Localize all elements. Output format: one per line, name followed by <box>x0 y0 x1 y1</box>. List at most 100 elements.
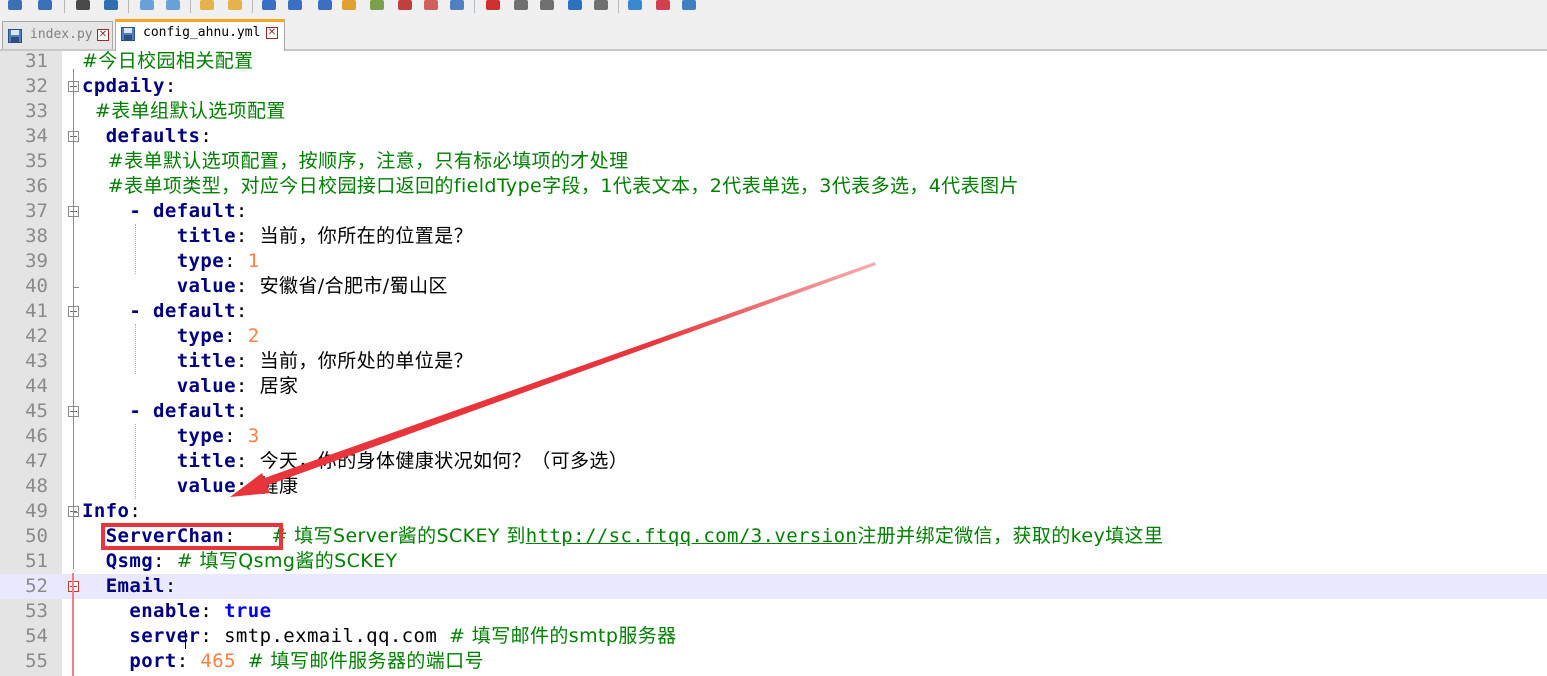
token-key: title <box>176 225 236 247</box>
code-text[interactable]: #今日校园相关配置 <box>82 49 254 74</box>
replace-icon[interactable] <box>104 0 118 10</box>
code-text[interactable]: type: 2 <box>82 324 260 349</box>
redo-icon[interactable] <box>38 0 52 10</box>
sync-vertical-icon[interactable] <box>200 0 214 10</box>
code-text[interactable]: - default: <box>82 399 248 424</box>
token-num: 1 <box>247 250 260 272</box>
save-disk-icon <box>8 29 22 43</box>
indent-guide-icon[interactable] <box>318 0 332 10</box>
code-text[interactable]: #表单项类型，对应今日校园接口返回的fieldType字段，1代表文本，2代表单… <box>82 174 1019 199</box>
zoom-out-icon[interactable] <box>166 0 180 10</box>
find-icon[interactable] <box>76 0 90 10</box>
code-text[interactable]: type: 3 <box>82 424 260 449</box>
token-valm <box>82 650 129 672</box>
code-line[interactable]: 31 #今日校园相关配置 <box>0 49 1547 74</box>
token-valm <box>82 625 129 647</box>
code-line[interactable]: 44 value: 居家 <box>0 374 1547 399</box>
token-valm <box>82 425 177 447</box>
play-macro-icon[interactable] <box>540 0 554 10</box>
code-line[interactable]: 46 type: 3 <box>0 424 1547 449</box>
code-text[interactable]: value: 安徽省/合肥市/蜀山区 <box>82 274 448 299</box>
token-key: value <box>176 475 236 497</box>
token-link[interactable]: http://sc.ftqq.com/3.version <box>526 525 858 547</box>
code-line[interactable]: 47 title: 今天，你的身体健康状况如何？（可多选） <box>0 449 1547 474</box>
sync-horizontal-icon[interactable] <box>228 0 242 10</box>
token-valm: : <box>235 450 260 472</box>
code-line[interactable]: 36 #表单项类型，对应今日校园接口返回的fieldType字段，1代表文本，2… <box>0 174 1547 199</box>
line-number: 55 <box>25 650 48 672</box>
code-line[interactable]: 45 - default: <box>0 399 1547 424</box>
token-valm: : <box>164 575 177 597</box>
code-line[interactable]: 32 cpdaily: <box>0 74 1547 99</box>
lang-icon[interactable] <box>342 0 356 10</box>
plugin-icon[interactable] <box>656 0 670 10</box>
code-line[interactable]: 35 #表单默认选项配置，按顺序，注意，只有标必填项的才处理 <box>0 149 1547 174</box>
close-icon[interactable]: ✕ <box>97 29 109 41</box>
code-text[interactable]: title: 当前，你所在的位置是？ <box>82 224 473 249</box>
code-line[interactable]: 43 title: 当前，你所处的单位是？ <box>0 349 1547 374</box>
token-cmt: # 填写邮件服务器的端口号 <box>247 650 484 672</box>
code-line[interactable]: 48 value: 健康 <box>0 474 1547 499</box>
code-line[interactable]: 41 - default: <box>0 299 1547 324</box>
code-line[interactable]: 42 type: 2 <box>0 324 1547 349</box>
zoom-in-icon[interactable] <box>140 0 154 10</box>
token-valm <box>82 550 106 572</box>
code-text[interactable]: value: 居家 <box>82 374 298 399</box>
token-valm <box>82 275 177 297</box>
code-line[interactable]: 40 value: 安徽省/合肥市/蜀山区 <box>0 274 1547 299</box>
indent-guide <box>135 324 136 374</box>
code-text[interactable]: enable: true <box>82 599 271 624</box>
token-val: 今天，你的身体健康状况如何？（可多选） <box>259 450 629 472</box>
code-line[interactable]: 38 title: 当前，你所在的位置是？ <box>0 224 1547 249</box>
code-line[interactable]: 37 - default: <box>0 199 1547 224</box>
close-icon[interactable]: ✕ <box>266 27 278 39</box>
run-macro-multiple-icon[interactable] <box>568 0 582 10</box>
toolbar-separator <box>252 0 253 13</box>
code-text[interactable]: title: 当前，你所处的单位是？ <box>82 349 473 374</box>
code-text[interactable]: defaults: <box>82 124 212 149</box>
code-line[interactable]: 33 #表单组默认选项配置 <box>0 99 1547 124</box>
line-number: 37 <box>25 200 48 222</box>
code-text[interactable]: value: 健康 <box>82 474 298 499</box>
token-valm: : <box>176 650 201 672</box>
code-text[interactable]: - default: <box>82 299 248 324</box>
code-text[interactable]: Email: <box>82 574 177 599</box>
code-text[interactable]: type: 1 <box>82 249 260 274</box>
code-text[interactable]: port: 465 # 填写邮件服务器的端口号 <box>82 649 484 674</box>
code-editor[interactable]: 31 #今日校园相关配置 32 cpdaily: 33 #表单组默认选项配置 34 def… <box>0 49 1547 676</box>
compare-icon[interactable] <box>682 0 696 10</box>
code-line[interactable]: 53 enable: true <box>0 599 1547 624</box>
code-line[interactable]: 39 type: 1 <box>0 249 1547 274</box>
code-line[interactable]: 49 Info: <box>0 499 1547 524</box>
doc-map-icon[interactable] <box>370 0 384 10</box>
code-text[interactable]: - default: <box>82 199 248 224</box>
code-line[interactable]: 51 Qsmg: # 填写Qsmg酱的SCKEY <box>0 549 1547 574</box>
token-key: Info <box>82 500 130 522</box>
toolbar-separator <box>618 0 619 13</box>
tab-label: index.py <box>30 27 93 42</box>
code-text[interactable]: cpdaily: <box>82 74 177 99</box>
code-line[interactable]: 55 port: 465 # 填写邮件服务器的端口号 <box>0 649 1547 674</box>
code-line[interactable]: 54 server: smtp.exmail.qq.com # 填写邮件的smt… <box>0 624 1547 649</box>
record-macro-icon[interactable] <box>486 0 500 10</box>
tab-label: config_ahnu.yml <box>143 25 261 40</box>
tab-index-py[interactable]: index.py ✕ <box>2 21 113 49</box>
code-text[interactable]: #表单默认选项配置，按顺序，注意，只有标必填项的才处理 <box>82 149 628 174</box>
show-all-chars-icon[interactable] <box>288 0 302 10</box>
code-line[interactable]: 52 Email: <box>0 574 1547 599</box>
folder-workspace-icon[interactable] <box>424 0 438 10</box>
stop-macro-icon[interactable] <box>514 0 528 10</box>
code-text[interactable]: Info: <box>82 499 141 524</box>
code-text[interactable]: server: smtp.exmail.qq.com # 填写邮件的smtp服务… <box>82 624 677 649</box>
code-line[interactable]: 34 defaults: <box>0 124 1547 149</box>
undo-icon[interactable] <box>8 0 22 10</box>
word-wrap-icon[interactable] <box>262 0 276 10</box>
function-list-icon[interactable] <box>398 0 412 10</box>
tab-config-ahnu-yml[interactable]: config_ahnu.yml ✕ <box>115 19 285 51</box>
monitor-icon[interactable] <box>450 0 464 10</box>
code-text[interactable]: #表单组默认选项配置 <box>82 99 286 124</box>
code-text[interactable]: title: 今天，你的身体健康状况如何？（可多选） <box>82 449 628 474</box>
code-text[interactable]: Qsmg: # 填写Qsmg酱的SCKEY <box>82 549 398 574</box>
save-macro-icon[interactable] <box>594 0 608 10</box>
spell-check-icon[interactable] <box>628 0 642 10</box>
